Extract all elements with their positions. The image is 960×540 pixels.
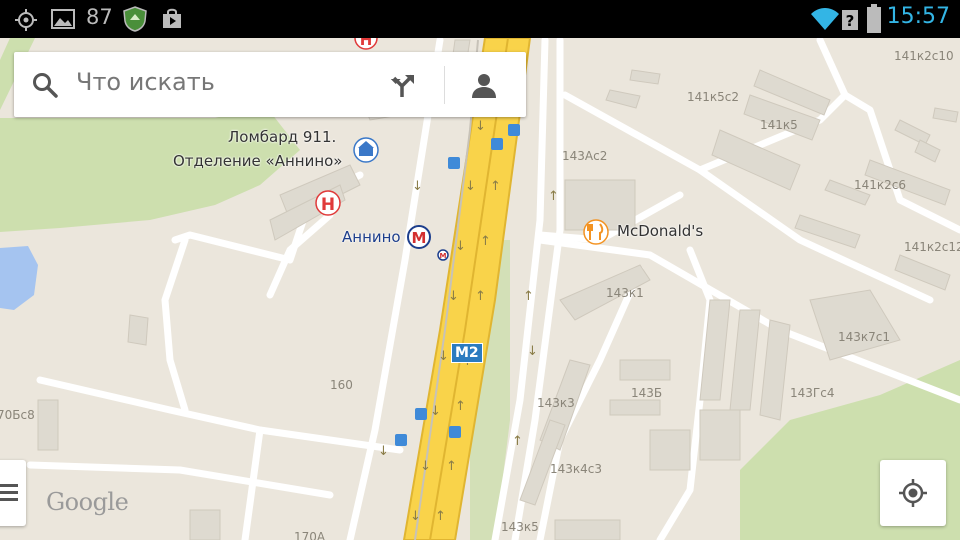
building-label: 160 [330,378,353,392]
svg-text:↑: ↑ [490,179,501,194]
search-bar[interactable]: Что искать [14,52,526,117]
image-icon [51,9,75,29]
svg-text:↓: ↓ [430,404,441,419]
building-label: 70Бс8 [0,408,35,422]
menu-icon[interactable] [0,482,18,504]
building-label: 170А [294,530,326,540]
svg-text:↓: ↓ [438,349,449,364]
svg-text:↑: ↑ [523,289,534,304]
svg-text:?: ? [846,12,855,30]
directions-icon[interactable] [390,71,418,99]
battery-percent: 87 [86,5,113,29]
svg-text:↓: ↓ [455,239,466,254]
play-store-icon [163,8,181,28]
svg-text:↑: ↑ [446,459,457,474]
svg-text:↓: ↓ [412,179,423,194]
svg-text:H: H [360,38,373,49]
crosshair-icon[interactable] [898,478,928,508]
google-logo: Google [46,488,129,516]
building-label: 141к5 [760,118,798,132]
svg-text:↓: ↓ [448,289,459,304]
account-icon[interactable] [470,71,498,99]
gps-icon [15,9,37,31]
menu-button[interactable] [0,460,26,526]
restaurant-icon [583,219,609,245]
metro-icon: M M [407,225,449,261]
svg-text:↓: ↓ [420,459,431,474]
svg-text:↑: ↑ [512,434,523,449]
svg-text:↑: ↑ [480,234,491,249]
building-label: 143Б [631,386,663,400]
search-divider [444,66,445,104]
svg-text:↓: ↓ [378,444,389,459]
building-label: 143Ас2 [562,149,608,163]
svg-text:↓: ↓ [465,179,476,194]
building-label: 141к2с12 [904,240,960,254]
svg-text:↑: ↑ [548,189,559,204]
svg-text:↓: ↓ [527,344,538,359]
building-label: 143к7с1 [838,330,891,344]
svg-text:↓: ↓ [410,509,421,524]
building-label: 143к3 [537,396,575,410]
my-location-button[interactable] [880,460,946,526]
poi-label-lombard-branch[interactable]: Отделение «Аннино» [173,152,342,170]
metro-station-label[interactable]: Аннино [342,228,401,246]
no-sim-icon: ? [842,10,858,30]
search-input[interactable]: Что искать [76,68,215,96]
poi-label-lombard[interactable]: Ломбард 911. [228,128,336,146]
building-label: 141к5с2 [687,90,740,104]
svg-text:M: M [440,252,447,260]
building-label: 141к2с6 [854,178,907,192]
building-label: 143к1 [606,286,644,300]
wifi-icon [811,8,839,30]
building-label: 143к4с3 [550,462,603,476]
building-label: 141к2с10 [894,49,954,63]
bank-icon [353,137,379,163]
svg-text:M: M [412,229,427,247]
svg-text:↑: ↑ [475,289,486,304]
building-label: 143Гс4 [790,386,835,400]
poi-label-mcdonalds[interactable]: McDonald's [617,222,703,240]
water-pond [0,246,38,310]
status-clock: 15:57 [886,4,950,29]
status-bar: 87 ? 15:57 [0,0,960,38]
highway-shield: M2 [451,343,483,363]
shield-app-icon [123,6,147,32]
svg-text:H: H [321,195,335,215]
svg-text:↑: ↑ [455,399,466,414]
search-icon[interactable] [32,72,58,98]
svg-text:↓: ↓ [475,119,486,134]
svg-text:↑: ↑ [435,509,446,524]
battery-icon [867,4,881,33]
building-label: 143к5 [501,520,539,534]
